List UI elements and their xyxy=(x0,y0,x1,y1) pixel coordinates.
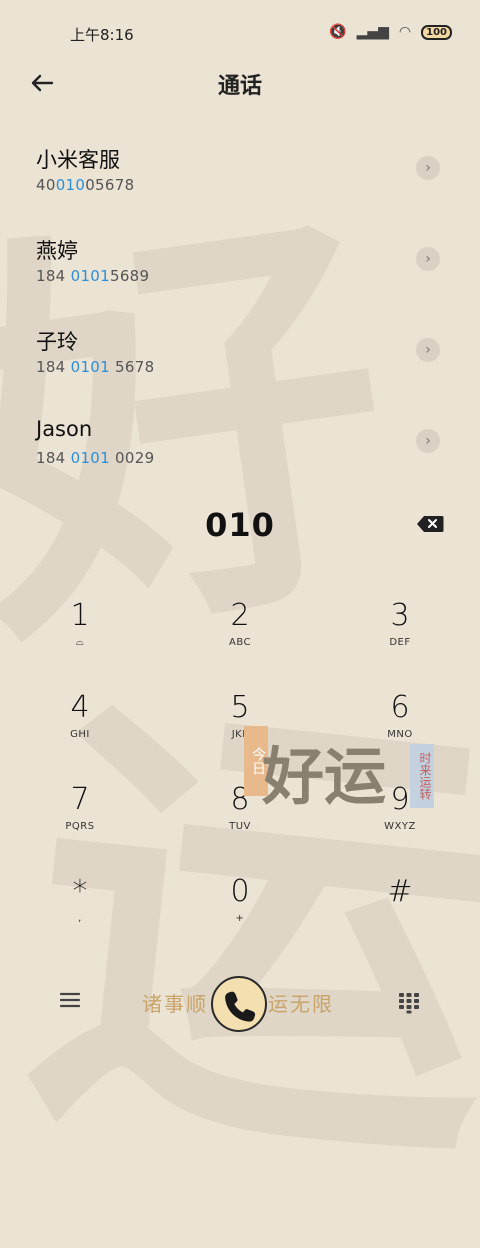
chevron-right-icon[interactable]: › xyxy=(416,247,440,271)
key-1[interactable]: 1 ⌓ xyxy=(20,598,140,678)
dialpad-toggle-icon[interactable] xyxy=(398,992,420,1014)
chevron-right-icon[interactable]: › xyxy=(416,338,440,362)
status-bar: 上午8:16 🔇 ▂▄▆ ◠ 100 xyxy=(0,0,480,62)
contact-name: 燕婷 xyxy=(36,239,78,263)
key-hash[interactable]: # xyxy=(340,874,460,954)
battery-icon: 100 xyxy=(421,24,452,40)
sticker-tag-right: 时来运转 xyxy=(410,744,434,808)
mute-icon: 🔇 xyxy=(329,24,347,40)
slogan-right: 运无限 xyxy=(268,992,334,1016)
contact-row[interactable]: 燕婷 184 01015689 › xyxy=(0,227,480,307)
key-7[interactable]: 7 PQRS xyxy=(20,782,140,862)
page-title: 通话 xyxy=(217,74,262,99)
wifi-icon: ◠ xyxy=(398,24,412,40)
contact-number: 184 0101 0029 xyxy=(36,449,155,467)
bottom-bar: 诸事顺 运无限 xyxy=(0,966,480,1046)
status-icons: 🔇 ▂▄▆ ◠ 100 xyxy=(329,24,452,40)
key-star[interactable]: * , xyxy=(20,874,140,954)
slogan-left: 诸事顺 xyxy=(142,992,208,1016)
key-3[interactable]: 3 DEF xyxy=(340,598,460,678)
contact-number: 184 01015689 xyxy=(36,267,150,285)
contact-row[interactable]: Jason 184 0101 0029 › xyxy=(0,409,480,489)
voicemail-icon: ⌓ xyxy=(75,637,85,648)
chevron-right-icon[interactable]: › xyxy=(416,429,440,453)
menu-icon[interactable] xyxy=(60,992,80,1008)
contact-name: 子玲 xyxy=(36,330,78,354)
contact-name: 小米客服 xyxy=(36,148,120,172)
sticker-text: 好运 xyxy=(262,740,387,813)
contact-row[interactable]: 小米客服 4001005678 › xyxy=(0,136,480,216)
key-2[interactable]: 2 ABC xyxy=(180,598,300,678)
contact-name: Jason xyxy=(36,417,93,441)
contact-number: 4001005678 xyxy=(36,176,135,194)
phone-icon xyxy=(225,991,256,1022)
status-time: 上午8:16 xyxy=(70,26,134,44)
key-0[interactable]: 0 + xyxy=(180,874,300,954)
key-4[interactable]: 4 GHI xyxy=(20,690,140,770)
call-button[interactable] xyxy=(211,976,267,1032)
dialed-number: 010 xyxy=(205,506,275,544)
contact-number: 184 0101 5678 xyxy=(36,358,155,376)
top-bar: 通话 xyxy=(0,62,480,106)
luck-sticker: 今日 好运 时来运转 xyxy=(244,724,434,830)
signal-icon: ▂▄▆ xyxy=(356,24,389,40)
backspace-icon[interactable] xyxy=(416,515,444,533)
contact-row[interactable]: 子玲 184 0101 5678 › xyxy=(0,318,480,398)
chevron-right-icon[interactable]: › xyxy=(416,156,440,180)
